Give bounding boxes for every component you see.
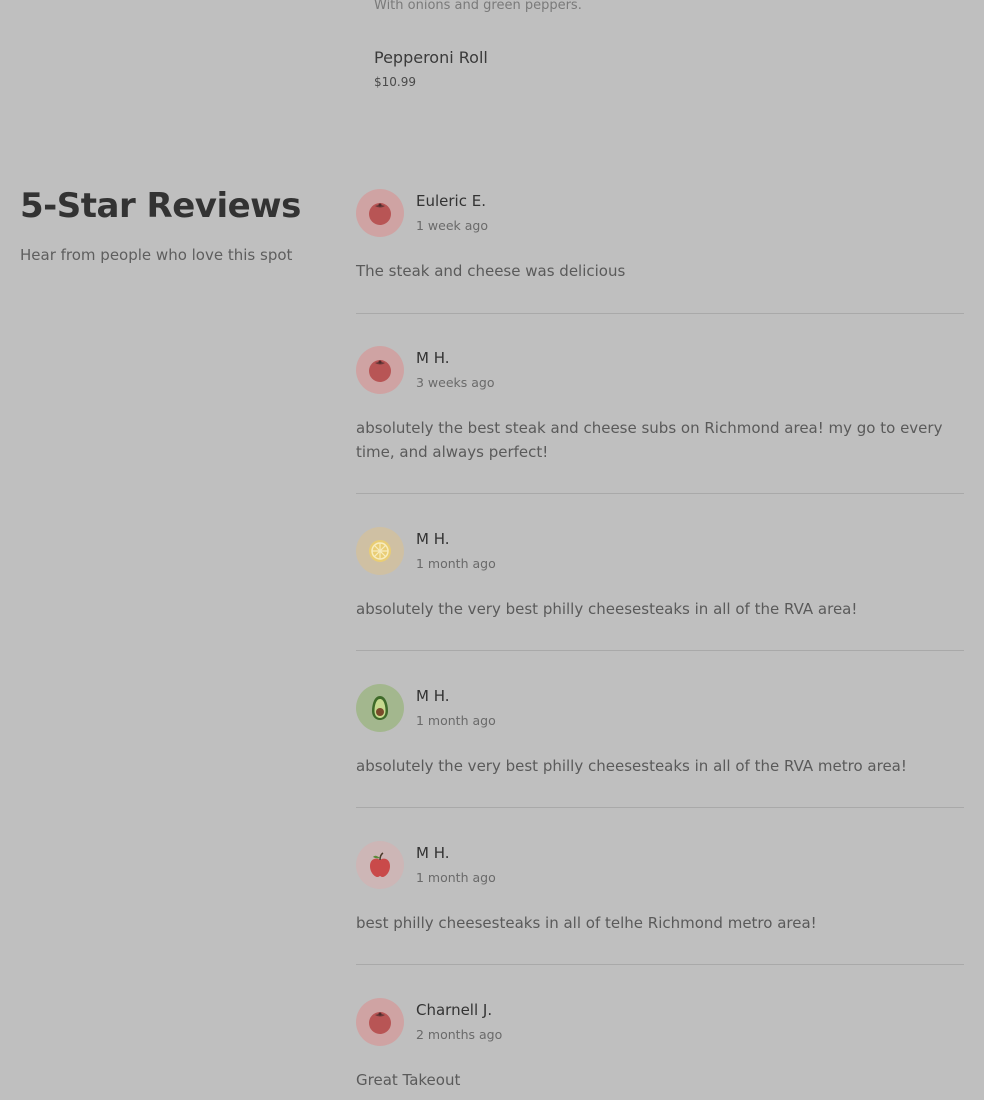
- review-author: M H.: [416, 844, 450, 862]
- avatar: [356, 684, 404, 732]
- divider: [356, 807, 964, 808]
- reviews-title: 5-Star Reviews: [20, 186, 301, 226]
- review-author: M H.: [416, 530, 450, 548]
- review-time: 1 month ago: [416, 870, 496, 885]
- tomato-icon: [369, 360, 391, 382]
- review-text: Great Takeout: [356, 1071, 461, 1089]
- lemon-icon: [369, 540, 391, 562]
- avocado-icon: [372, 696, 388, 720]
- divider: [356, 313, 964, 314]
- divider: [356, 650, 964, 651]
- avatar: [356, 346, 404, 394]
- review-author: M H.: [416, 687, 450, 705]
- review-text: absolutely the very best philly cheesest…: [356, 757, 907, 775]
- avatar: [356, 527, 404, 575]
- tomato-icon: [369, 203, 391, 225]
- review-author: Charnell J.: [416, 1001, 493, 1019]
- avatar: [356, 189, 404, 237]
- divider: [356, 493, 964, 494]
- reviews-subtitle: Hear from people who love this spot: [20, 246, 293, 264]
- review-time: 3 weeks ago: [416, 375, 495, 390]
- review-author: M H.: [416, 349, 450, 367]
- review-text: The steak and cheese was delicious: [356, 262, 626, 280]
- review-author: Euleric E.: [416, 192, 486, 210]
- review-time: 2 months ago: [416, 1027, 503, 1042]
- menu-item-description: With onions and green peppers.: [374, 0, 582, 13]
- review-text: absolutely the very best philly cheesest…: [356, 600, 858, 618]
- apple-icon: [370, 852, 390, 877]
- review-time: 1 month ago: [416, 713, 496, 728]
- tomato-icon: [369, 1012, 391, 1034]
- review-time: 1 week ago: [416, 218, 488, 233]
- review-text: absolutely the best steak and cheese sub…: [356, 419, 943, 461]
- avatar: [356, 841, 404, 889]
- avatar: [356, 998, 404, 1046]
- menu-item-price: $10.99: [374, 75, 416, 89]
- menu-item-name[interactable]: Pepperoni Roll: [374, 48, 488, 67]
- review-text: best philly cheesesteaks in all of telhe…: [356, 914, 817, 932]
- review-time: 1 month ago: [416, 556, 496, 571]
- divider: [356, 964, 964, 965]
